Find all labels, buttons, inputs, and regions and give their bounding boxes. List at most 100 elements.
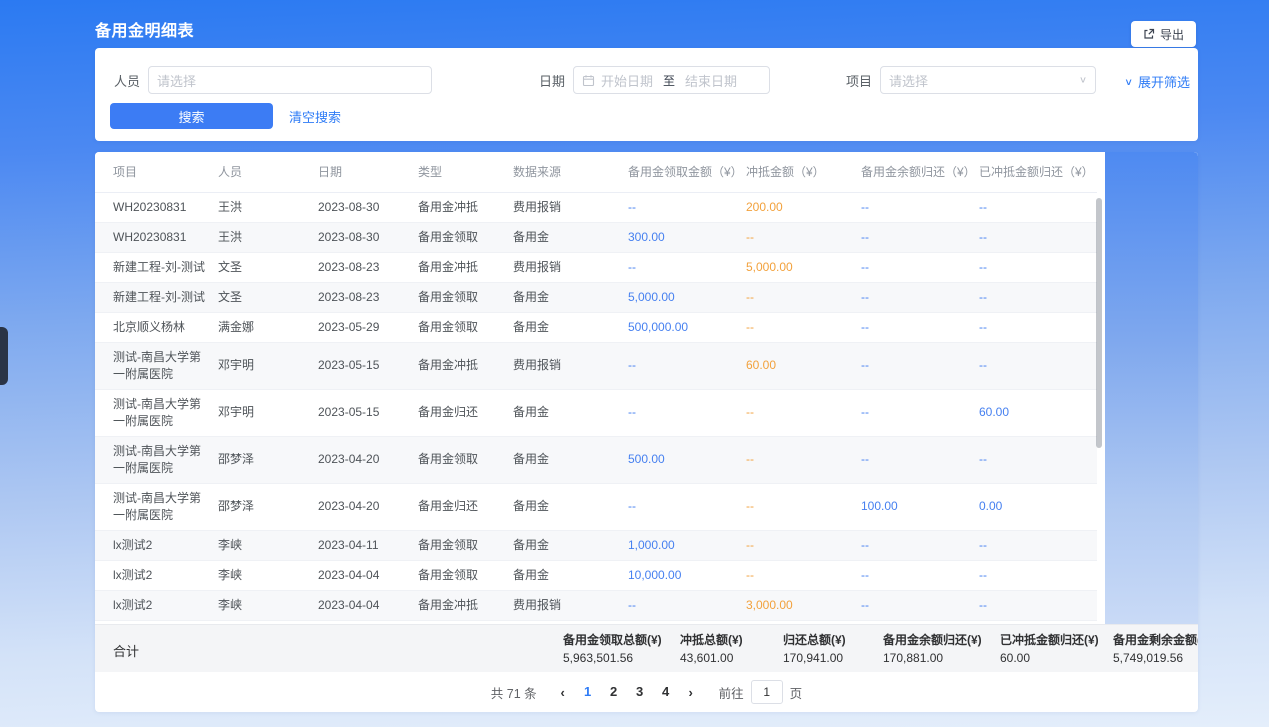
table-cell: -- [746,282,861,312]
export-button-label: 导出 [1160,26,1184,43]
table-cell: lx测试2 [95,530,218,560]
table-cell: WH20230831 [95,222,218,252]
table-row[interactable]: 测试-南昌大学第一附属医院邵梦泽2023-04-20备用金归还备用金----10… [95,483,1097,530]
page-number[interactable]: 3 [627,684,653,699]
table-cell: 测试-南昌大学第一附属医院 [95,436,218,483]
table-row[interactable]: lx测试2李峡2023-04-04备用金冲抵费用报销--3,000.00---- [95,590,1097,620]
table-cell: 备用金领取 [418,222,513,252]
table-card: 项目人员日期类型数据来源备用金领取金额（¥）冲抵金额（¥）备用金余额归还（¥）已… [95,152,1198,712]
summary-item-value: 60.00 [1000,651,1099,666]
expand-filters-link[interactable]: ∨ 展开筛选 [1124,72,1190,91]
table-cell: -- [979,590,1097,620]
table-cell: -- [746,483,861,530]
table-cell: 邓宇明 [218,342,318,389]
table-cell: 测试-南昌大学第一附属医院 [95,483,218,530]
table-cell: 备用金 [513,282,628,312]
table-cell: -- [979,312,1097,342]
table-cell: 5,000.00 [628,282,746,312]
table-scroll-area: 项目人员日期类型数据来源备用金领取金额（¥）冲抵金额（¥）备用金余额归还（¥）已… [95,152,1198,624]
table-cell: -- [861,312,979,342]
table-cell: 500,000.00 [628,312,746,342]
data-table: 项目人员日期类型数据来源备用金领取金额（¥）冲抵金额（¥）备用金余额归还（¥）已… [95,152,1097,621]
table-row[interactable]: 新建工程-刘-测试文圣2023-08-23备用金冲抵费用报销--5,000.00… [95,252,1097,282]
table-cell: 0.00 [979,483,1097,530]
table-cell: 2023-08-30 [318,192,418,222]
date-range-picker[interactable]: 开始日期 至 结束日期 [573,66,770,94]
table-cell: -- [979,560,1097,590]
table-cell: 王洪 [218,192,318,222]
clear-search-link[interactable]: 清空搜索 [289,107,341,126]
table-cell: -- [746,530,861,560]
table-cell: -- [861,389,979,436]
table-cell: 3,000.00 [746,590,861,620]
person-select-placeholder: 请选择 [157,71,196,90]
next-page-button[interactable]: › [679,685,703,700]
filter-panel: 人员 请选择 日期 开始日期 至 结束日期 项目 请选择 ∨ [95,48,1198,141]
table-cell: -- [979,252,1097,282]
table-cell: -- [979,282,1097,312]
table-cell: lx测试2 [95,560,218,590]
search-button[interactable]: 搜索 [110,103,273,129]
summary-item: 归还总额(¥)170,941.00 [783,633,846,666]
drawer-handle[interactable] [0,327,8,385]
column-header: 日期 [318,152,418,192]
column-header: 冲抵金额（¥） [746,152,861,192]
project-select[interactable]: 请选择 ∨ [880,66,1096,94]
table-row[interactable]: WH20230831王洪2023-08-30备用金领取备用金300.00----… [95,222,1097,252]
summary-item-value: 170,941.00 [783,651,846,666]
table-cell: 10,000.00 [628,560,746,590]
goto-page-input[interactable] [751,680,783,704]
expand-filters-label: 展开筛选 [1138,72,1190,91]
summary-item-label: 冲抵总额(¥) [680,633,743,648]
table-cell: -- [979,436,1097,483]
export-icon [1143,28,1155,40]
table-row[interactable]: 测试-南昌大学第一附属医院邓宇明2023-05-15备用金冲抵费用报销--60.… [95,342,1097,389]
table-cell: 备用金 [513,312,628,342]
table-row[interactable]: 测试-南昌大学第一附属医院邵梦泽2023-04-20备用金领取备用金500.00… [95,436,1097,483]
table-row[interactable]: lx测试2李峡2023-04-04备用金领取备用金10,000.00------ [95,560,1097,590]
table-cell: 备用金领取 [418,282,513,312]
table-cell: 60.00 [979,389,1097,436]
column-header: 项目 [95,152,218,192]
summary-label: 合计 [113,641,139,660]
table-cell: 200.00 [746,192,861,222]
table-cell: -- [628,252,746,282]
column-header: 已冲抵金额归还（¥） [979,152,1097,192]
table-cell: 备用金领取 [418,560,513,590]
page-number[interactable]: 1 [575,684,601,699]
table-cell: 李峡 [218,590,318,620]
column-header: 备用金余额归还（¥） [861,152,979,192]
table-row[interactable]: lx测试2李峡2023-04-11备用金领取备用金1,000.00------ [95,530,1097,560]
table-row[interactable]: WH20230831王洪2023-08-30备用金冲抵费用报销--200.00-… [95,192,1097,222]
table-row[interactable]: 北京顺义杨林满金娜2023-05-29备用金领取备用金500,000.00---… [95,312,1097,342]
column-header: 人员 [218,152,318,192]
table-cell: -- [861,282,979,312]
table-cell: 备用金归还 [418,389,513,436]
table-cell: 备用金 [513,389,628,436]
prev-page-button[interactable]: ‹ [551,685,575,700]
table-cell: 2023-04-20 [318,436,418,483]
summary-item: 备用金领取总额(¥)5,963,501.56 [563,633,662,666]
person-select[interactable]: 请选择 [148,66,432,94]
table-cell: 费用报销 [513,342,628,389]
vertical-scrollbar[interactable] [1096,198,1102,448]
table-cell: 李峡 [218,560,318,590]
table-cell: 备用金 [513,530,628,560]
table-cell: 费用报销 [513,192,628,222]
summary-item-value: 43,601.00 [680,651,743,666]
table-row[interactable]: 新建工程-刘-测试文圣2023-08-23备用金领取备用金5,000.00---… [95,282,1097,312]
summary-item: 冲抵总额(¥) 43,601.00 [680,633,743,666]
table-cell: 2023-04-11 [318,530,418,560]
table-cell: 备用金 [513,222,628,252]
export-button[interactable]: 导出 [1131,21,1196,47]
page-number[interactable]: 4 [653,684,679,699]
chevron-down-icon: ∨ [1124,76,1133,87]
table-cell: -- [746,560,861,590]
table-cell: 备用金冲抵 [418,252,513,282]
person-filter-label: 人员 [95,71,140,90]
page-number[interactable]: 2 [601,684,627,699]
table-cell: -- [628,342,746,389]
summary-item: 备用金余额归还(¥)170,881.00 [883,633,982,666]
table-cell: 备用金领取 [418,312,513,342]
table-row[interactable]: 测试-南昌大学第一附属医院邓宇明2023-05-15备用金归还备用金------… [95,389,1097,436]
